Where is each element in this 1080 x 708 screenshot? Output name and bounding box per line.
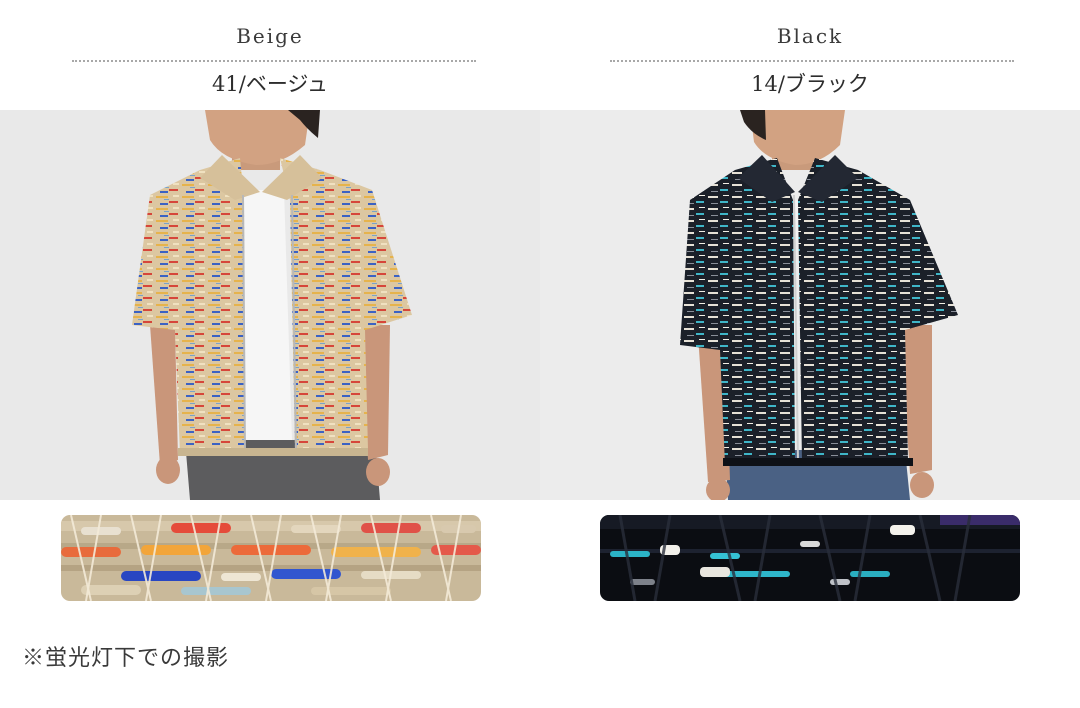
- color-code-label: 41/ベージュ: [212, 72, 328, 96]
- product-photo-black: [540, 110, 1080, 500]
- color-name-en: Black: [776, 24, 844, 48]
- dotted-divider: [72, 60, 476, 62]
- fabric-swatch-black: [600, 515, 1020, 601]
- color-name-en: Beige: [236, 24, 304, 48]
- product-photo-beige: [0, 110, 540, 500]
- color-code-label: 14/ブラック: [751, 72, 869, 96]
- dotted-divider: [610, 60, 1014, 62]
- lighting-note: ※蛍光灯下での撮影: [22, 646, 230, 671]
- fabric-swatch-beige: [61, 515, 481, 601]
